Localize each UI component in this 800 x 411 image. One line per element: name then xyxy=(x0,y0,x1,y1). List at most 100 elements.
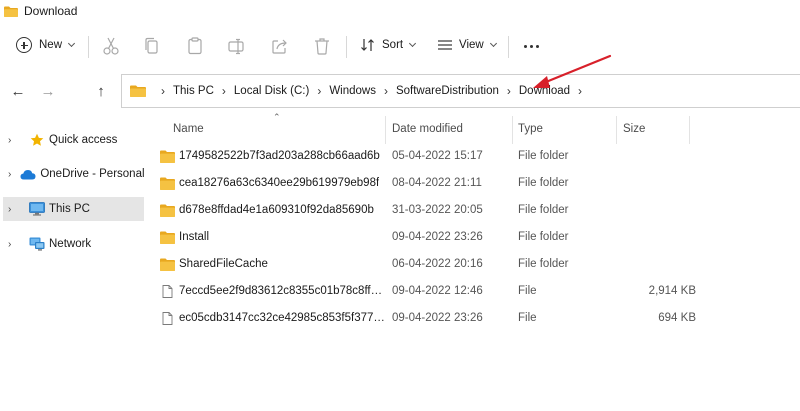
up-arrow-icon[interactable]: ↑ xyxy=(91,81,111,101)
cell-size xyxy=(622,224,696,250)
file-row[interactable]: ec05cdb3147cc32ce42985c853f5f377eceb... 0… xyxy=(160,305,800,331)
sort-ascending-icon: ⌃ xyxy=(273,112,281,122)
new-button[interactable]: New xyxy=(16,30,76,60)
folder-icon xyxy=(160,177,175,190)
sidebar-item-network[interactable]: › Network xyxy=(3,232,144,256)
breadcrumb-item[interactable]: Windows xyxy=(329,85,376,97)
copy-icon[interactable] xyxy=(141,35,163,57)
sidebar-item-quick-access[interactable]: › Quick access xyxy=(3,128,144,152)
folder-row[interactable]: cea18276a63c6340ee29b619979eb98f 08-04-20… xyxy=(160,170,800,196)
folder-row[interactable]: d678e8ffdad4e1a609310f92da85690b 31-03-20… xyxy=(160,197,800,223)
toolbar-divider xyxy=(88,36,89,58)
cell-date-modified: 31-03-2022 20:05 xyxy=(392,204,483,216)
folder-row[interactable]: 1749582522b7f3ad203a288cb66aad6b 05-04-20… xyxy=(160,143,800,169)
file-name: SharedFileCache xyxy=(179,258,268,270)
chevron-right-icon[interactable]: › xyxy=(317,84,321,98)
chevron-right-icon[interactable]: › xyxy=(8,204,20,215)
dot-icon xyxy=(535,44,539,48)
rename-icon[interactable] xyxy=(226,35,248,57)
folder-icon xyxy=(130,85,146,97)
sidebar-item-label: This PC xyxy=(49,203,90,215)
cell-name[interactable]: Install xyxy=(160,224,388,250)
network-icon xyxy=(29,237,45,251)
cloud-icon xyxy=(20,167,36,181)
cell-name[interactable]: SharedFileCache xyxy=(160,251,388,277)
window-title: Download xyxy=(24,4,78,18)
chevron-down-icon xyxy=(489,39,497,48)
more-options-button[interactable] xyxy=(521,36,541,56)
cell-name[interactable]: d678e8ffdad4e1a609310f92da85690b xyxy=(160,197,388,223)
cell-size xyxy=(622,197,696,223)
star-icon xyxy=(29,133,45,147)
chevron-down-icon xyxy=(67,39,76,48)
file-name: cea18276a63c6340ee29b619979eb98f xyxy=(179,177,380,189)
cell-type: File folder xyxy=(518,150,569,162)
chevron-right-icon[interactable]: › xyxy=(8,169,11,180)
toolbar-divider xyxy=(508,36,509,58)
back-arrow-icon[interactable]: ← xyxy=(8,81,28,101)
sort-button[interactable]: Sort xyxy=(360,30,417,60)
chevron-right-icon[interactable]: › xyxy=(384,84,388,98)
chevron-right-icon[interactable]: › xyxy=(8,135,20,146)
cell-type: File xyxy=(518,312,537,324)
sidebar-item-label: Network xyxy=(49,238,92,250)
sidebar-item-label: OneDrive - Personal xyxy=(40,168,145,180)
address-bar[interactable]: › This PC › Local Disk (C:) › Windows › Softwar… xyxy=(121,74,800,108)
new-label: New xyxy=(39,39,63,51)
file-name: Install xyxy=(179,231,210,243)
column-divider[interactable] xyxy=(385,116,386,144)
cell-type: File folder xyxy=(518,177,569,189)
chevron-right-icon[interactable]: › xyxy=(8,239,20,250)
sidebar-item-label: Quick access xyxy=(49,134,118,146)
folder-row[interactable]: SharedFileCache 06-04-2022 20:16 File fold… xyxy=(160,251,800,277)
dot-icon xyxy=(529,44,533,48)
view-button[interactable]: View xyxy=(437,30,497,60)
navigation-bar: ← → ↑ › This PC › Local Disk (C:) › Windows › S… xyxy=(0,73,800,109)
breadcrumb-item[interactable]: Local Disk (C:) xyxy=(234,85,309,97)
column-header-type[interactable]: Type xyxy=(518,118,543,140)
file-list: ⌃ Name Date modified Type Size 174958252… xyxy=(146,110,800,411)
share-icon[interactable] xyxy=(269,35,291,57)
chevron-right-icon[interactable]: › xyxy=(222,84,226,98)
cell-name[interactable]: ec05cdb3147cc32ce42985c853f5f377eceb... xyxy=(160,305,388,331)
cell-size: 2,914 KB xyxy=(648,285,696,297)
delete-icon[interactable] xyxy=(311,35,333,57)
cell-date-modified: 06-04-2022 20:16 xyxy=(392,258,483,270)
cell-name[interactable]: 7eccd5ee2f9d83612c8355c01b78c8ffdc5c... xyxy=(160,278,388,304)
paste-icon[interactable] xyxy=(184,35,206,57)
sort-icon xyxy=(361,39,374,51)
view-label: View xyxy=(459,39,484,51)
column-divider[interactable] xyxy=(512,116,513,144)
folder-icon xyxy=(4,6,18,17)
breadcrumb-item[interactable]: This PC xyxy=(173,85,214,97)
sort-label: Sort xyxy=(382,39,404,51)
folder-icon xyxy=(160,231,175,244)
column-header-size[interactable]: Size xyxy=(623,118,645,140)
forward-arrow-icon[interactable]: → xyxy=(38,81,58,101)
chevron-right-icon[interactable]: › xyxy=(161,84,165,98)
file-row[interactable]: 7eccd5ee2f9d83612c8355c01b78c8ffdc5c... 0… xyxy=(160,278,800,304)
breadcrumb-item[interactable]: Download xyxy=(519,85,570,97)
file-icon xyxy=(162,311,173,325)
cut-icon[interactable] xyxy=(100,35,122,57)
chevron-right-icon[interactable]: › xyxy=(578,84,582,98)
sidebar-item-onedrive[interactable]: › OneDrive - Personal xyxy=(3,162,145,186)
chevron-right-icon[interactable]: › xyxy=(507,84,511,98)
navigation-pane: › Quick access › OneDrive - Personal › T… xyxy=(0,110,146,411)
command-bar: New Sort View xyxy=(0,26,800,64)
plus-icon xyxy=(16,37,32,53)
folder-row[interactable]: Install 09-04-2022 23:26 File folder xyxy=(160,224,800,250)
column-header-date-modified[interactable]: Date modified xyxy=(392,118,463,140)
sidebar-item-this-pc[interactable]: › This PC xyxy=(3,197,144,221)
column-header-name[interactable]: Name xyxy=(173,118,204,140)
file-name: 7eccd5ee2f9d83612c8355c01b78c8ffdc5c... xyxy=(179,285,388,297)
cell-date-modified: 05-04-2022 15:17 xyxy=(392,150,483,162)
cell-name[interactable]: 1749582522b7f3ad203a288cb66aad6b xyxy=(160,143,388,169)
breadcrumb-item[interactable]: SoftwareDistribution xyxy=(396,85,499,97)
cell-date-modified: 08-04-2022 21:11 xyxy=(392,177,482,189)
cell-type: File folder xyxy=(518,258,569,270)
column-divider[interactable] xyxy=(616,116,617,144)
cell-name[interactable]: cea18276a63c6340ee29b619979eb98f xyxy=(160,170,388,196)
column-divider[interactable] xyxy=(689,116,690,144)
chevron-down-icon xyxy=(409,39,417,48)
